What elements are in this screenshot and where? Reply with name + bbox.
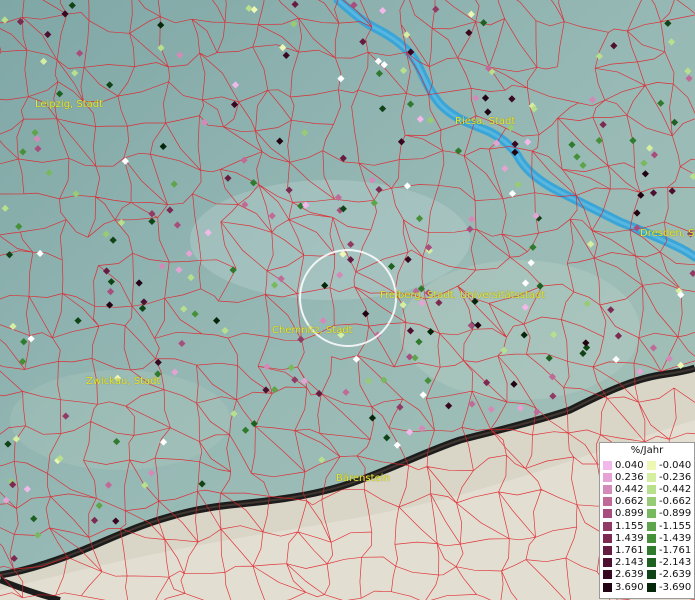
legend-entry-positive: 0.442	[603, 483, 644, 495]
legend-label: -2.143	[659, 557, 692, 569]
legend-label: 1.155	[615, 520, 644, 532]
legend-label: -2.639	[659, 569, 692, 581]
legend-entry-negative: -1.439	[647, 532, 691, 544]
city-label-leipzig: Leipzig, Stadt	[35, 99, 104, 110]
legend-entry-positive: 1.155	[603, 520, 644, 532]
legend-label: -1.155	[659, 520, 692, 532]
city-label-zwickau: Zwickau, Stadt	[86, 376, 161, 387]
legend-label: -1.439	[659, 532, 692, 544]
legend-entry-negative: -2.143	[647, 557, 691, 569]
legend-title: %/Jahr	[630, 445, 664, 456]
legend-entry-negative: -1.761	[647, 544, 691, 556]
legend-swatch	[603, 545, 612, 555]
legend-entry-positive: 0.899	[603, 508, 644, 520]
legend-label: -0.236	[659, 471, 692, 483]
legend-entry-negative: -0.442	[647, 483, 691, 495]
legend-entry-positive: 3.690	[603, 581, 644, 593]
legend-label: 1.761	[615, 544, 644, 556]
legend-entry-positive: 0.662	[603, 496, 644, 508]
legend-swatch	[647, 558, 656, 568]
legend-swatch	[647, 533, 656, 543]
legend-swatch	[603, 533, 612, 543]
legend-label: 0.662	[615, 496, 644, 508]
legend-entry-positive: 1.761	[603, 544, 644, 556]
legend-label: -0.442	[659, 483, 692, 495]
legend-entry-negative: -0.040	[647, 459, 691, 471]
legend-swatch	[603, 497, 612, 507]
legend-entry-negative: -2.639	[647, 569, 691, 581]
legend-swatch	[647, 521, 656, 531]
legend-entry-positive: 0.236	[603, 471, 644, 483]
legend-swatch	[603, 460, 612, 470]
legend-swatch	[647, 570, 656, 580]
city-label-dresden: Dresden, Stadt	[640, 228, 695, 239]
city-label-riesa: Riesa, Stadt	[455, 116, 516, 127]
legend-entry-negative: -3.690	[647, 581, 691, 593]
legend-swatch	[647, 484, 656, 494]
legend-entry-negative: -0.236	[647, 471, 691, 483]
legend-swatch	[647, 509, 656, 519]
city-label-chemnitz: Chemnitz, Stadt	[272, 325, 353, 336]
legend-label: 2.639	[615, 569, 644, 581]
legend-swatch	[647, 582, 656, 592]
legend-label: 0.236	[615, 471, 644, 483]
legend-swatch	[603, 484, 612, 494]
legend-label: 0.442	[615, 483, 644, 495]
legend-entry-negative: -0.662	[647, 496, 691, 508]
legend-entry-positive: 2.639	[603, 569, 644, 581]
legend: %/Jahr 0.040 -0.040 0.236 -0.236 0.442 -0.442…	[599, 442, 695, 599]
legend-label: -0.040	[659, 459, 692, 471]
legend-label: 3.690	[615, 581, 644, 593]
legend-swatch	[603, 582, 612, 592]
city-label-freiberg: Freiberg, Stadt, Universitätsstadt	[380, 290, 546, 301]
legend-label: -0.662	[659, 496, 692, 508]
legend-entry-positive: 1.439	[603, 532, 644, 544]
legend-label: 0.899	[615, 508, 644, 520]
legend-swatch	[603, 558, 612, 568]
legend-label: -0.899	[659, 508, 692, 520]
legend-label: -3.690	[659, 581, 692, 593]
legend-label: 0.040	[615, 459, 644, 471]
legend-entry-positive: 2.143	[603, 557, 644, 569]
city-label-baerenstein: Bärenstein	[336, 473, 390, 484]
legend-swatch	[647, 545, 656, 555]
legend-swatch	[603, 509, 612, 519]
map-view[interactable]: Leipzig, Stadt Riesa, Stadt Dresden, Sta…	[0, 0, 695, 600]
legend-entry-negative: -0.899	[647, 508, 691, 520]
legend-swatch	[647, 472, 656, 482]
legend-label: 2.143	[615, 557, 644, 569]
legend-label: 1.439	[615, 532, 644, 544]
legend-swatch	[647, 460, 656, 470]
legend-label: -1.761	[659, 544, 692, 556]
legend-swatch	[603, 521, 612, 531]
legend-entry-negative: -1.155	[647, 520, 691, 532]
legend-swatch	[647, 497, 656, 507]
legend-swatch	[603, 570, 612, 580]
terrain-layer	[0, 0, 695, 600]
legend-entry-positive: 0.040	[603, 459, 644, 471]
legend-swatch	[603, 472, 612, 482]
